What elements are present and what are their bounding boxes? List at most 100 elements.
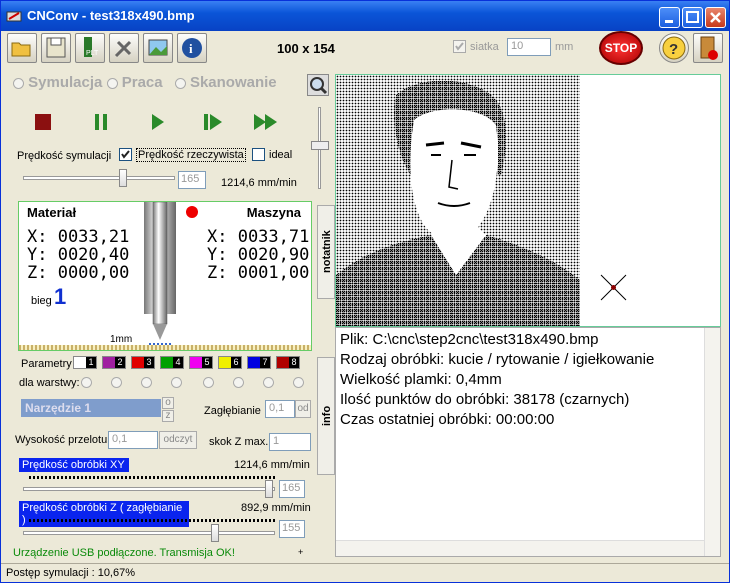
layer-radio-8[interactable] [293, 377, 304, 388]
step-button[interactable] [204, 114, 222, 133]
maximize-button[interactable] [682, 7, 703, 28]
layer-radio-3[interactable] [141, 377, 152, 388]
image-button[interactable] [143, 33, 173, 63]
gear-value: 1 [54, 284, 67, 309]
layer-swatch-2[interactable]: 2 [102, 356, 126, 369]
mode-work-label: Praca [121, 74, 163, 91]
status-led [186, 206, 198, 218]
z-step-input[interactable]: 1 [269, 433, 311, 451]
layer-swatch-3[interactable]: 3 [131, 356, 155, 369]
stop-sim-button[interactable] [35, 114, 51, 133]
ideal-checkbox[interactable] [252, 148, 265, 164]
layer-radio-2[interactable] [111, 377, 122, 388]
layer-swatch-5[interactable]: 5 [189, 356, 213, 369]
svg-text:PLT: PLT [86, 50, 99, 57]
info-v-scrollbar[interactable] [704, 328, 720, 556]
window-title: CNConv - test318x490.bmp [27, 8, 195, 23]
z-speed-ticks [29, 519, 275, 522]
material-x: X: 0033,21 [27, 227, 130, 247]
mode-work-radio[interactable] [106, 77, 118, 89]
play-button[interactable] [152, 114, 164, 133]
safe-height-input[interactable]: 0,1 [108, 431, 158, 449]
xy-speed-track[interactable] [23, 487, 275, 491]
layer-radio-1[interactable] [81, 377, 92, 388]
svg-text:i: i [189, 41, 193, 56]
help-button[interactable]: ? [659, 33, 689, 63]
mode-sim-label: Symulacja [28, 74, 103, 91]
info-h-scrollbar[interactable] [336, 540, 704, 556]
dimensions-readout: 100 x 154 [277, 41, 335, 56]
depth-read-button[interactable]: od [295, 400, 311, 418]
scale-label: 1mm [110, 334, 133, 345]
pause-button[interactable] [94, 114, 108, 133]
sim-speed-label: Prędkość symulacji [17, 150, 112, 162]
preview-canvas[interactable] [335, 74, 721, 327]
grid-checkbox[interactable] [453, 40, 466, 56]
layer-swatch-number: 5 [202, 357, 212, 368]
z-speed-input[interactable]: 155 [279, 520, 305, 538]
xy-speed-thumb[interactable] [265, 480, 273, 498]
info-button[interactable]: i [177, 33, 207, 63]
layer-swatch-4[interactable]: 4 [160, 356, 184, 369]
mode-sim-radio[interactable] [13, 77, 24, 89]
material-coords: X: 0033,21 Y: 0020,40 Z: 0000,00 [27, 228, 129, 282]
tool-down-button[interactable]: z [162, 410, 174, 422]
layer-swatch-number: 1 [86, 357, 96, 368]
gear-label: bieg [31, 295, 52, 307]
z-step-label: skok Z max. [209, 436, 269, 448]
realtime-checkbox[interactable] [119, 148, 132, 164]
sim-speed-input[interactable]: 165 [178, 171, 206, 189]
stop-button[interactable]: STOP [599, 31, 643, 65]
xy-speed-input[interactable]: 165 [279, 480, 305, 498]
tab-info[interactable]: info [317, 357, 335, 475]
sim-speed-thumb[interactable] [119, 169, 127, 187]
exit-button[interactable] [693, 33, 723, 63]
layer-swatch-8[interactable]: 8 [276, 356, 300, 369]
safe-height-read-button[interactable]: odczyt [159, 431, 197, 449]
mode-scan-radio[interactable] [174, 77, 186, 89]
layers-label: dla warstwy: [19, 377, 80, 389]
open-file-button[interactable] [7, 33, 37, 63]
info-time: Czas ostatniej obróbki: 00:00:00 [340, 411, 555, 428]
depth-label: Zagłębianie [204, 405, 261, 417]
minimize-button[interactable] [659, 7, 680, 28]
zoom-button[interactable] [307, 74, 329, 96]
tab-notes[interactable]: notatnik [317, 205, 335, 299]
fast-forward-button[interactable] [254, 114, 278, 133]
info-text: Plik: C:\cnc\step2cnc\test318x490.bmp Ro… [336, 328, 720, 432]
realtime-label: Prędkość rzeczywista [136, 148, 246, 162]
layer-radio-7[interactable] [263, 377, 274, 388]
title-bar: CNConv - test318x490.bmp [1, 1, 729, 31]
layer-radio-6[interactable] [233, 377, 244, 388]
safe-height-label: Wysokość przelotu [15, 434, 108, 446]
tool-select[interactable]: Narzędzie 1 [21, 399, 161, 417]
layer-swatch-number: 3 [144, 357, 154, 368]
params-label: Parametry [21, 358, 72, 370]
sim-speed-track[interactable] [23, 176, 175, 180]
layer-swatch-6[interactable]: 6 [218, 356, 242, 369]
layer-swatch-1[interactable]: 1 [73, 356, 97, 369]
material-label: Materiał [27, 205, 77, 220]
layer-swatch-7[interactable]: 7 [247, 356, 271, 369]
plus-icon: + [298, 547, 304, 557]
plt-button[interactable]: PLT [75, 33, 105, 63]
z-speed-track[interactable] [23, 531, 275, 535]
grid-unit: mm [555, 41, 574, 53]
toolbar: PLT i 100 x 154 siatka 10 mm STOP ? [3, 31, 729, 67]
depth-input[interactable]: 0,1 [265, 400, 295, 418]
layer-radio-5[interactable] [203, 377, 214, 388]
status-bar: Postęp symulacji : 10,67% [1, 563, 729, 583]
mode-selector: Symulacja Praca Skanowanie [13, 74, 277, 91]
usb-status: Urządzenie USB podłączone. Transmisja OK… [13, 547, 235, 559]
z-speed-thumb[interactable] [211, 524, 219, 542]
vertical-slider[interactable] [311, 107, 329, 189]
grid-input[interactable]: 10 [507, 38, 551, 56]
layer-radio-4[interactable] [171, 377, 182, 388]
close-button[interactable] [705, 7, 726, 28]
info-points: Ilość punktów do obróbki: 38178 (czarnyc… [340, 391, 630, 408]
save-button[interactable] [41, 33, 71, 63]
tool-up-button[interactable]: o [162, 397, 174, 409]
position-panel: Materiał Maszyna X: 0033,21 Y: 0020,40 Z… [18, 201, 312, 351]
info-file: Plik: C:\cnc\step2cnc\test318x490.bmp [340, 331, 599, 348]
tools-button[interactable] [109, 33, 139, 63]
